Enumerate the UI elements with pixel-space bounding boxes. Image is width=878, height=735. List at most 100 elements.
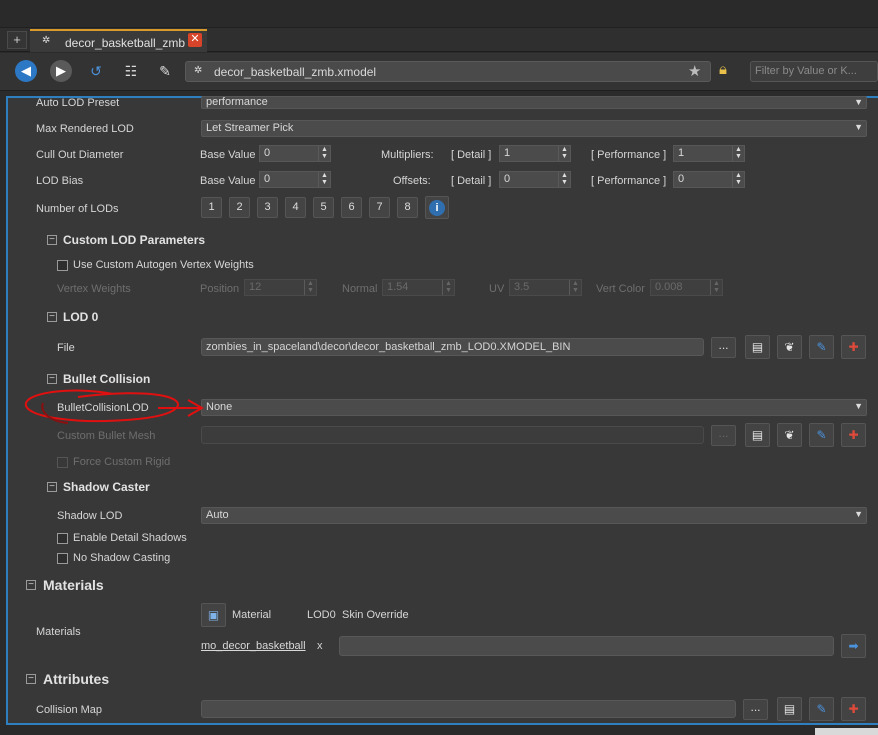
enable-detail-shadows-checkbox[interactable]	[57, 533, 68, 544]
hierarchy-icon[interactable]: ☷	[121, 62, 141, 80]
edit-icon[interactable]: ✎	[155, 62, 175, 80]
spinner-arrows-icon[interactable]: ▲ ▼	[732, 146, 744, 161]
chevron-down-icon: ▼	[854, 122, 863, 132]
browse-button[interactable]: ...	[743, 699, 768, 720]
collapse-icon[interactable]: −	[47, 482, 57, 492]
lod-bias-label: LOD Bias	[36, 175, 84, 187]
lod0-heading: LOD 0	[63, 310, 99, 324]
edit-asset-icon[interactable]: ✎	[809, 697, 834, 721]
shadow-lod-select[interactable]: Auto ▼	[201, 507, 867, 524]
filter-input[interactable]: Filter by Value or K...	[750, 61, 878, 82]
lod-count-button-8[interactable]: 8	[397, 197, 418, 218]
cull-base-value-spinner[interactable]: 0 ▲ ▼	[259, 145, 331, 162]
file-label: File	[57, 342, 75, 354]
toolbar: ◀ ▶ ↺ ☷ ✎ ✲ decor_basketball_zmb.xmodel …	[0, 53, 878, 91]
tab-decor-basketball[interactable]: ✲ decor_basketball_zmb ✕	[30, 29, 207, 52]
lod-count-button-1[interactable]: 1	[201, 197, 222, 218]
collapse-icon[interactable]: −	[26, 674, 36, 684]
xmodel-icon: ✲	[194, 65, 203, 76]
position-spinner[interactable]: 12 ▲ ▼	[244, 279, 317, 296]
vert-color-label: Vert Color	[596, 283, 645, 295]
export-icon[interactable]: ✚	[841, 697, 866, 721]
bias-base-value-spinner[interactable]: 0 ▲ ▼	[259, 171, 331, 188]
open-file-icon[interactable]: ▤	[745, 423, 770, 447]
spinner-arrows-icon[interactable]: ▲ ▼	[442, 280, 454, 295]
asset-path-field[interactable]: ✲ decor_basketball_zmb.xmodel ★	[185, 61, 711, 82]
cull-performance-spinner[interactable]: 1 ▲ ▼	[673, 145, 745, 162]
vert-color-value: 0.008	[655, 281, 683, 293]
preview-icon[interactable]: ❦	[777, 423, 802, 447]
spinner-arrows-icon[interactable]: ▲ ▼	[558, 172, 570, 187]
cull-detail-spinner[interactable]: 1 ▲ ▼	[499, 145, 571, 162]
open-file-icon[interactable]: ▤	[777, 697, 802, 721]
no-shadow-casting-checkbox[interactable]	[57, 553, 68, 564]
forward-icon[interactable]: ▶	[50, 60, 72, 82]
info-icon: i	[429, 200, 445, 216]
bullet-collision-lod-select[interactable]: None ▼	[201, 399, 867, 416]
lod-count-button-4[interactable]: 4	[285, 197, 306, 218]
custom-bullet-mesh-field[interactable]	[201, 426, 704, 444]
assign-arrow-icon[interactable]: ➡	[841, 634, 866, 658]
export-icon[interactable]: ✚	[841, 423, 866, 447]
base-value-label: Base Value	[200, 175, 256, 187]
edit-asset-icon[interactable]: ✎	[809, 335, 834, 359]
collapse-icon[interactable]: −	[47, 312, 57, 322]
max-rendered-lod-value: Let Streamer Pick	[206, 122, 294, 134]
lod-count-button-7[interactable]: 7	[369, 197, 390, 218]
max-rendered-lod-select[interactable]: Let Streamer Pick ▼	[201, 120, 867, 137]
edit-asset-icon[interactable]: ✎	[809, 423, 834, 447]
auto-lod-preset-select[interactable]: performance ▼	[201, 96, 867, 109]
cull-detail-value: 1	[504, 147, 511, 159]
cull-performance-value: 1	[678, 147, 685, 159]
refresh-icon[interactable]: ↺	[86, 62, 106, 80]
collapse-icon[interactable]: −	[26, 580, 36, 590]
favorite-star-icon[interactable]: ★	[688, 62, 701, 80]
lock-icon[interactable]: 🔒︎	[719, 61, 727, 78]
preview-icon[interactable]: ❦	[777, 335, 802, 359]
material-browser-icon[interactable]: ▣	[201, 603, 226, 627]
export-icon[interactable]: ✚	[841, 335, 866, 359]
skin-override-field[interactable]	[339, 636, 834, 656]
spinner-arrows-icon[interactable]: ▲ ▼	[710, 280, 722, 295]
collapse-icon[interactable]: −	[47, 374, 57, 384]
browse-button[interactable]: ...	[711, 425, 736, 446]
normal-value: 1.54	[387, 281, 409, 293]
materials-row-label: Materials	[36, 626, 81, 638]
lod-count-button-5[interactable]: 5	[313, 197, 334, 218]
close-tab-icon[interactable]: ✕	[188, 33, 202, 47]
bias-detail-spinner[interactable]: 0 ▲ ▼	[499, 171, 571, 188]
spinner-arrows-icon[interactable]: ▲ ▼	[318, 146, 330, 161]
material-link[interactable]: mo_decor_basketball	[201, 640, 306, 652]
normal-label: Normal	[342, 283, 378, 295]
spinner-arrows-icon[interactable]: ▲ ▼	[318, 172, 330, 187]
red-annotation-circle-arrow	[24, 389, 205, 424]
status-corner	[815, 728, 878, 735]
position-label: Position	[200, 283, 240, 295]
number-of-lods-label: Number of LODs	[36, 203, 119, 215]
use-custom-weights-checkbox[interactable]	[57, 260, 68, 271]
browse-button[interactable]: ...	[711, 337, 736, 358]
spinner-arrows-icon[interactable]: ▲ ▼	[569, 280, 581, 295]
spinner-arrows-icon[interactable]: ▲ ▼	[732, 172, 744, 187]
spinner-arrows-icon[interactable]: ▲ ▼	[558, 146, 570, 161]
uv-label: UV	[489, 283, 505, 295]
normal-spinner[interactable]: 1.54 ▲ ▼	[382, 279, 455, 296]
lod-count-button-3[interactable]: 3	[257, 197, 278, 218]
vert-color-spinner[interactable]: 0.008 ▲ ▼	[650, 279, 723, 296]
lod-count-button-2[interactable]: 2	[229, 197, 250, 218]
new-tab-button[interactable]: +	[7, 31, 27, 49]
bias-performance-spinner[interactable]: 0 ▲ ▼	[673, 171, 745, 188]
tab-label: decor_basketball_zmb	[65, 36, 186, 50]
lod-count-button-6[interactable]: 6	[341, 197, 362, 218]
lod0-file-field[interactable]: zombies_in_spaceland\decor\decor_basketb…	[201, 338, 704, 356]
force-custom-rigid-checkbox[interactable]	[57, 457, 68, 468]
open-file-icon[interactable]: ▤	[745, 335, 770, 359]
back-icon[interactable]: ◀	[15, 60, 37, 82]
spinner-arrows-icon[interactable]: ▲ ▼	[304, 280, 316, 295]
collapse-icon[interactable]: −	[47, 235, 57, 245]
bottom-strip	[0, 725, 878, 735]
shadow-lod-value: Auto	[206, 509, 229, 521]
collision-map-field[interactable]	[201, 700, 736, 718]
uv-spinner[interactable]: 3.5 ▲ ▼	[509, 279, 582, 296]
info-button[interactable]: i	[425, 196, 449, 219]
